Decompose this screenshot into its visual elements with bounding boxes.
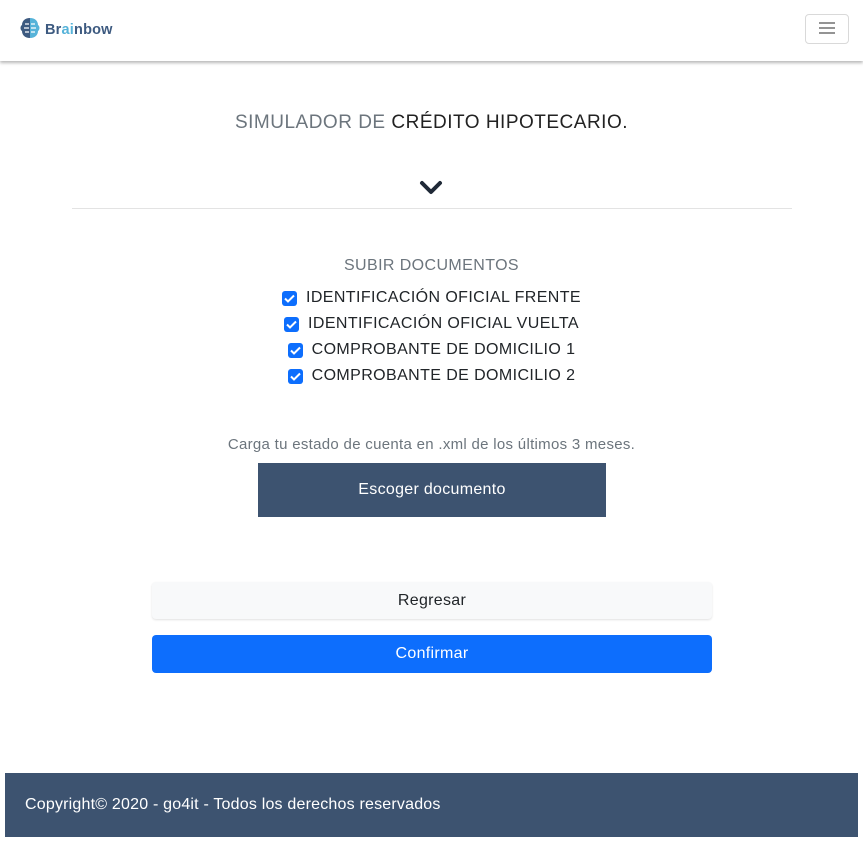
brand-name-prefix: Br: [45, 22, 62, 38]
top-navbar: Brainbow: [0, 0, 863, 61]
page-title-prefix: SIMULADOR DE: [234, 112, 386, 133]
upload-instruction: Carga tu estado de cuenta en .xml de los…: [227, 436, 636, 453]
copyright-text: Copyright© 2020 - go4it - Todos los dere…: [25, 796, 441, 813]
chevron-down-icon[interactable]: [419, 180, 443, 201]
checkbox-checked-icon[interactable]: [287, 342, 303, 358]
brand-name-suffix: nbow: [74, 22, 113, 38]
brand-logo[interactable]: Brainbow: [19, 17, 113, 43]
document-label: IDENTIFICACIÓN OFICIAL VUELTA: [308, 315, 579, 332]
document-item-id-back[interactable]: IDENTIFICACIÓN OFICIAL VUELTA: [0, 311, 863, 337]
document-item-address-1[interactable]: COMPROBANTE DE DOMICILIO 1: [0, 337, 863, 363]
checkbox-checked-icon[interactable]: [284, 316, 300, 332]
brand-name: Brainbow: [45, 22, 113, 38]
page-title: SIMULADOR DE CRÉDITO HIPOTECARIO.: [0, 112, 863, 134]
brand-name-highlight: ai: [61, 22, 75, 38]
document-label: COMPROBANTE DE DOMICILIO 1: [311, 341, 576, 358]
document-item-id-front[interactable]: IDENTIFICACIÓN OFICIAL FRENTE: [0, 285, 863, 311]
section-divider: [72, 208, 792, 209]
documents-checklist: IDENTIFICACIÓN OFICIAL FRENTE IDENTIFICA…: [0, 285, 863, 389]
checkbox-checked-icon[interactable]: [281, 290, 297, 306]
hamburger-icon: [819, 21, 835, 37]
page-footer: Copyright© 2020 - go4it - Todos los dere…: [5, 773, 858, 837]
checkbox-checked-icon[interactable]: [287, 368, 303, 384]
page-title-main: CRÉDITO HIPOTECARIO.: [391, 112, 629, 133]
back-button[interactable]: Regresar: [152, 582, 712, 619]
choose-document-button[interactable]: Escoger documento: [258, 463, 606, 517]
document-label: COMPROBANTE DE DOMICILIO 2: [311, 367, 576, 384]
document-label: IDENTIFICACIÓN OFICIAL FRENTE: [305, 289, 582, 306]
brain-icon: [19, 16, 41, 45]
confirm-button[interactable]: Confirmar: [152, 635, 712, 673]
document-item-address-2[interactable]: COMPROBANTE DE DOMICILIO 2: [0, 363, 863, 389]
documents-title: SUBIR DOCUMENTOS: [343, 257, 519, 274]
menu-toggle-button[interactable]: [805, 14, 849, 44]
